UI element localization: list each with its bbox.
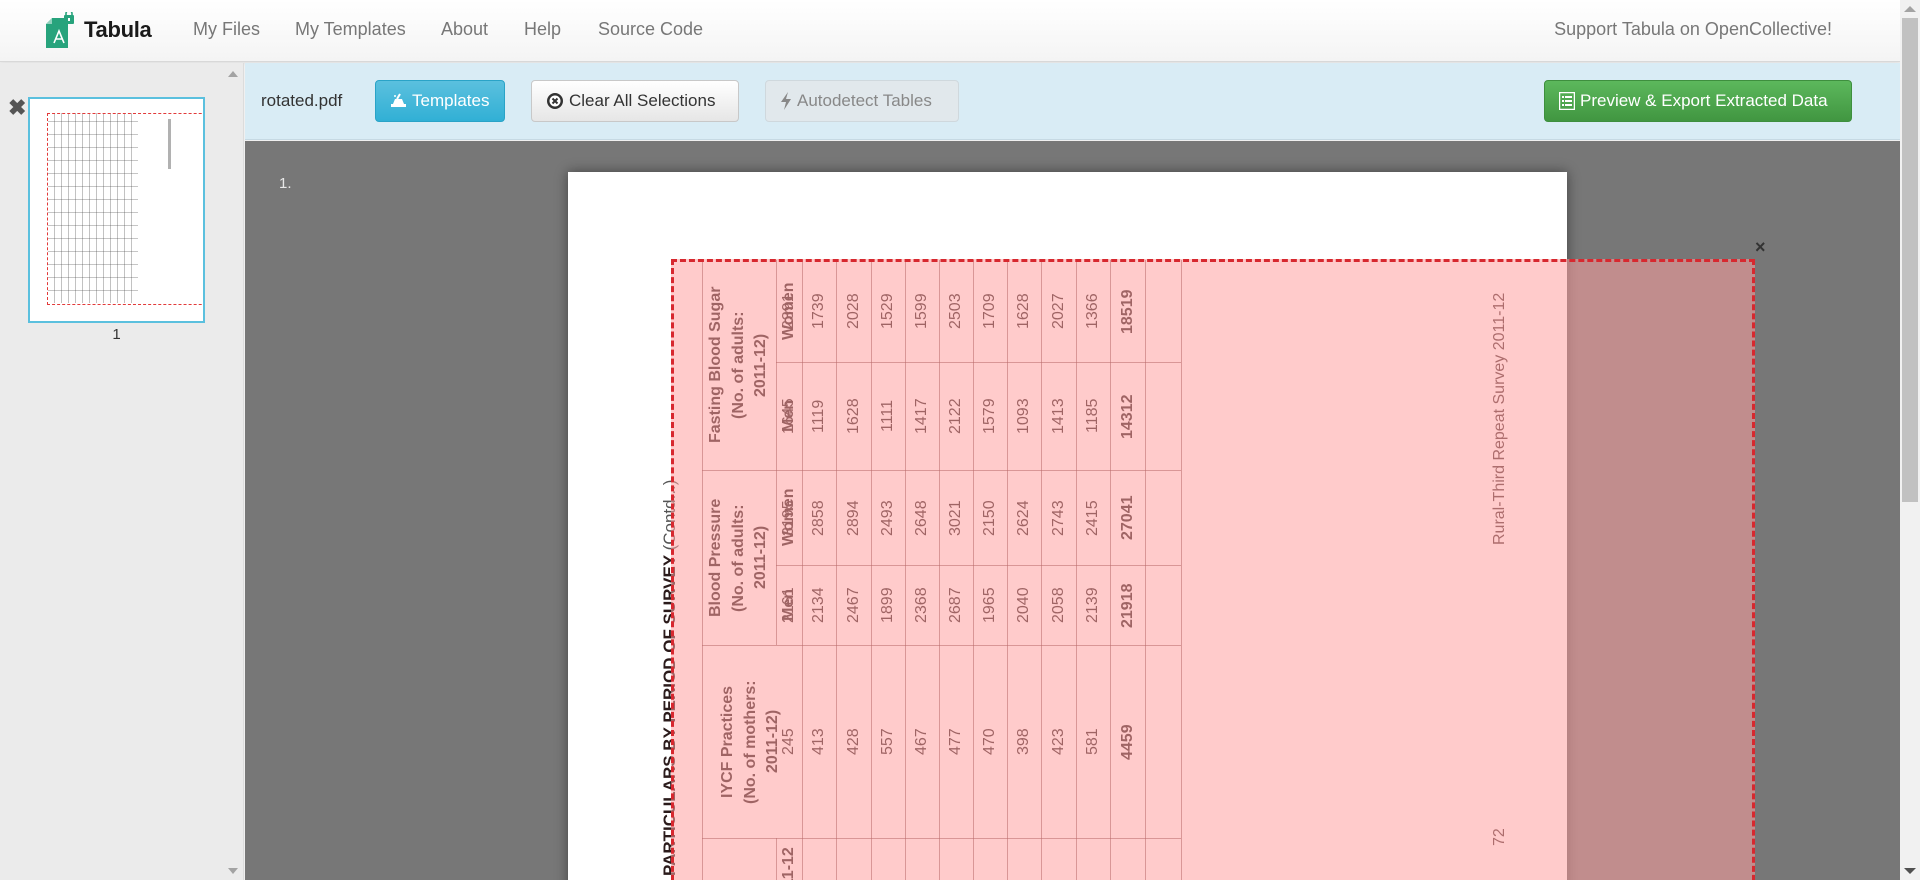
nav-my-files[interactable]: My Files <box>193 19 260 40</box>
page-thumbnail[interactable] <box>28 97 205 323</box>
autodetect-tables-button[interactable]: Autodetect Tables <box>765 80 959 122</box>
nav-help[interactable]: Help <box>524 19 561 40</box>
sidebar-scroll-down-icon[interactable] <box>228 868 238 874</box>
templates-label: Templates <box>412 91 490 110</box>
selection-close-icon[interactable]: × <box>1755 237 1766 258</box>
document-filename: rotated.pdf <box>261 91 343 110</box>
sidebar-scroll-up-icon[interactable] <box>228 71 238 77</box>
scroll-up-arrow-icon[interactable] <box>1904 6 1916 12</box>
support-link[interactable]: Support Tabula on OpenCollective! <box>1554 19 1832 40</box>
brand-name: Tabula <box>84 17 152 42</box>
nav-about[interactable]: About <box>441 19 488 40</box>
page-thumbnail-sidebar: ✖ 1 <box>0 63 244 880</box>
page-number-label: 1. <box>279 175 292 192</box>
templates-button[interactable]: Templates <box>375 80 505 122</box>
nav-source-code[interactable]: Source Code <box>598 19 703 40</box>
preview-export-label: Preview & Export Extracted Data <box>1580 91 1828 110</box>
list-alt-icon <box>1559 92 1575 110</box>
preview-export-button[interactable]: Preview & Export Extracted Data <box>1544 80 1852 122</box>
autodetect-tables-label: Autodetect Tables <box>797 91 932 110</box>
clear-all-selections-button[interactable]: Clear All Selections <box>531 80 739 122</box>
tabula-logo-icon <box>46 12 74 48</box>
document-toolbar: rotated.pdf Templates Clear All Selectio… <box>245 63 1900 140</box>
clear-all-selections-label: Clear All Selections <box>569 91 716 110</box>
flash-icon <box>780 92 792 110</box>
templates-icon <box>390 93 407 109</box>
brand[interactable]: Tabula <box>46 12 152 48</box>
table-selection-area[interactable] <box>671 259 1755 880</box>
scrollbar-thumb[interactable] <box>1902 18 1918 502</box>
thumbnail-page-label: 1 <box>112 326 121 343</box>
pdf-viewer[interactable]: 1. Fasting Blood Sugar(No. of adults:201… <box>245 141 1900 880</box>
nav-my-templates[interactable]: My Templates <box>295 19 406 40</box>
top-navbar: Tabula My Files My Templates About Help … <box>0 0 1900 62</box>
page-scrollbar[interactable] <box>1900 0 1920 880</box>
remove-page-icon[interactable]: ✖ <box>8 97 26 119</box>
thumbnail-selection-outline <box>47 113 203 305</box>
scroll-down-arrow-icon[interactable] <box>1904 868 1916 874</box>
remove-circle-icon <box>546 92 564 110</box>
